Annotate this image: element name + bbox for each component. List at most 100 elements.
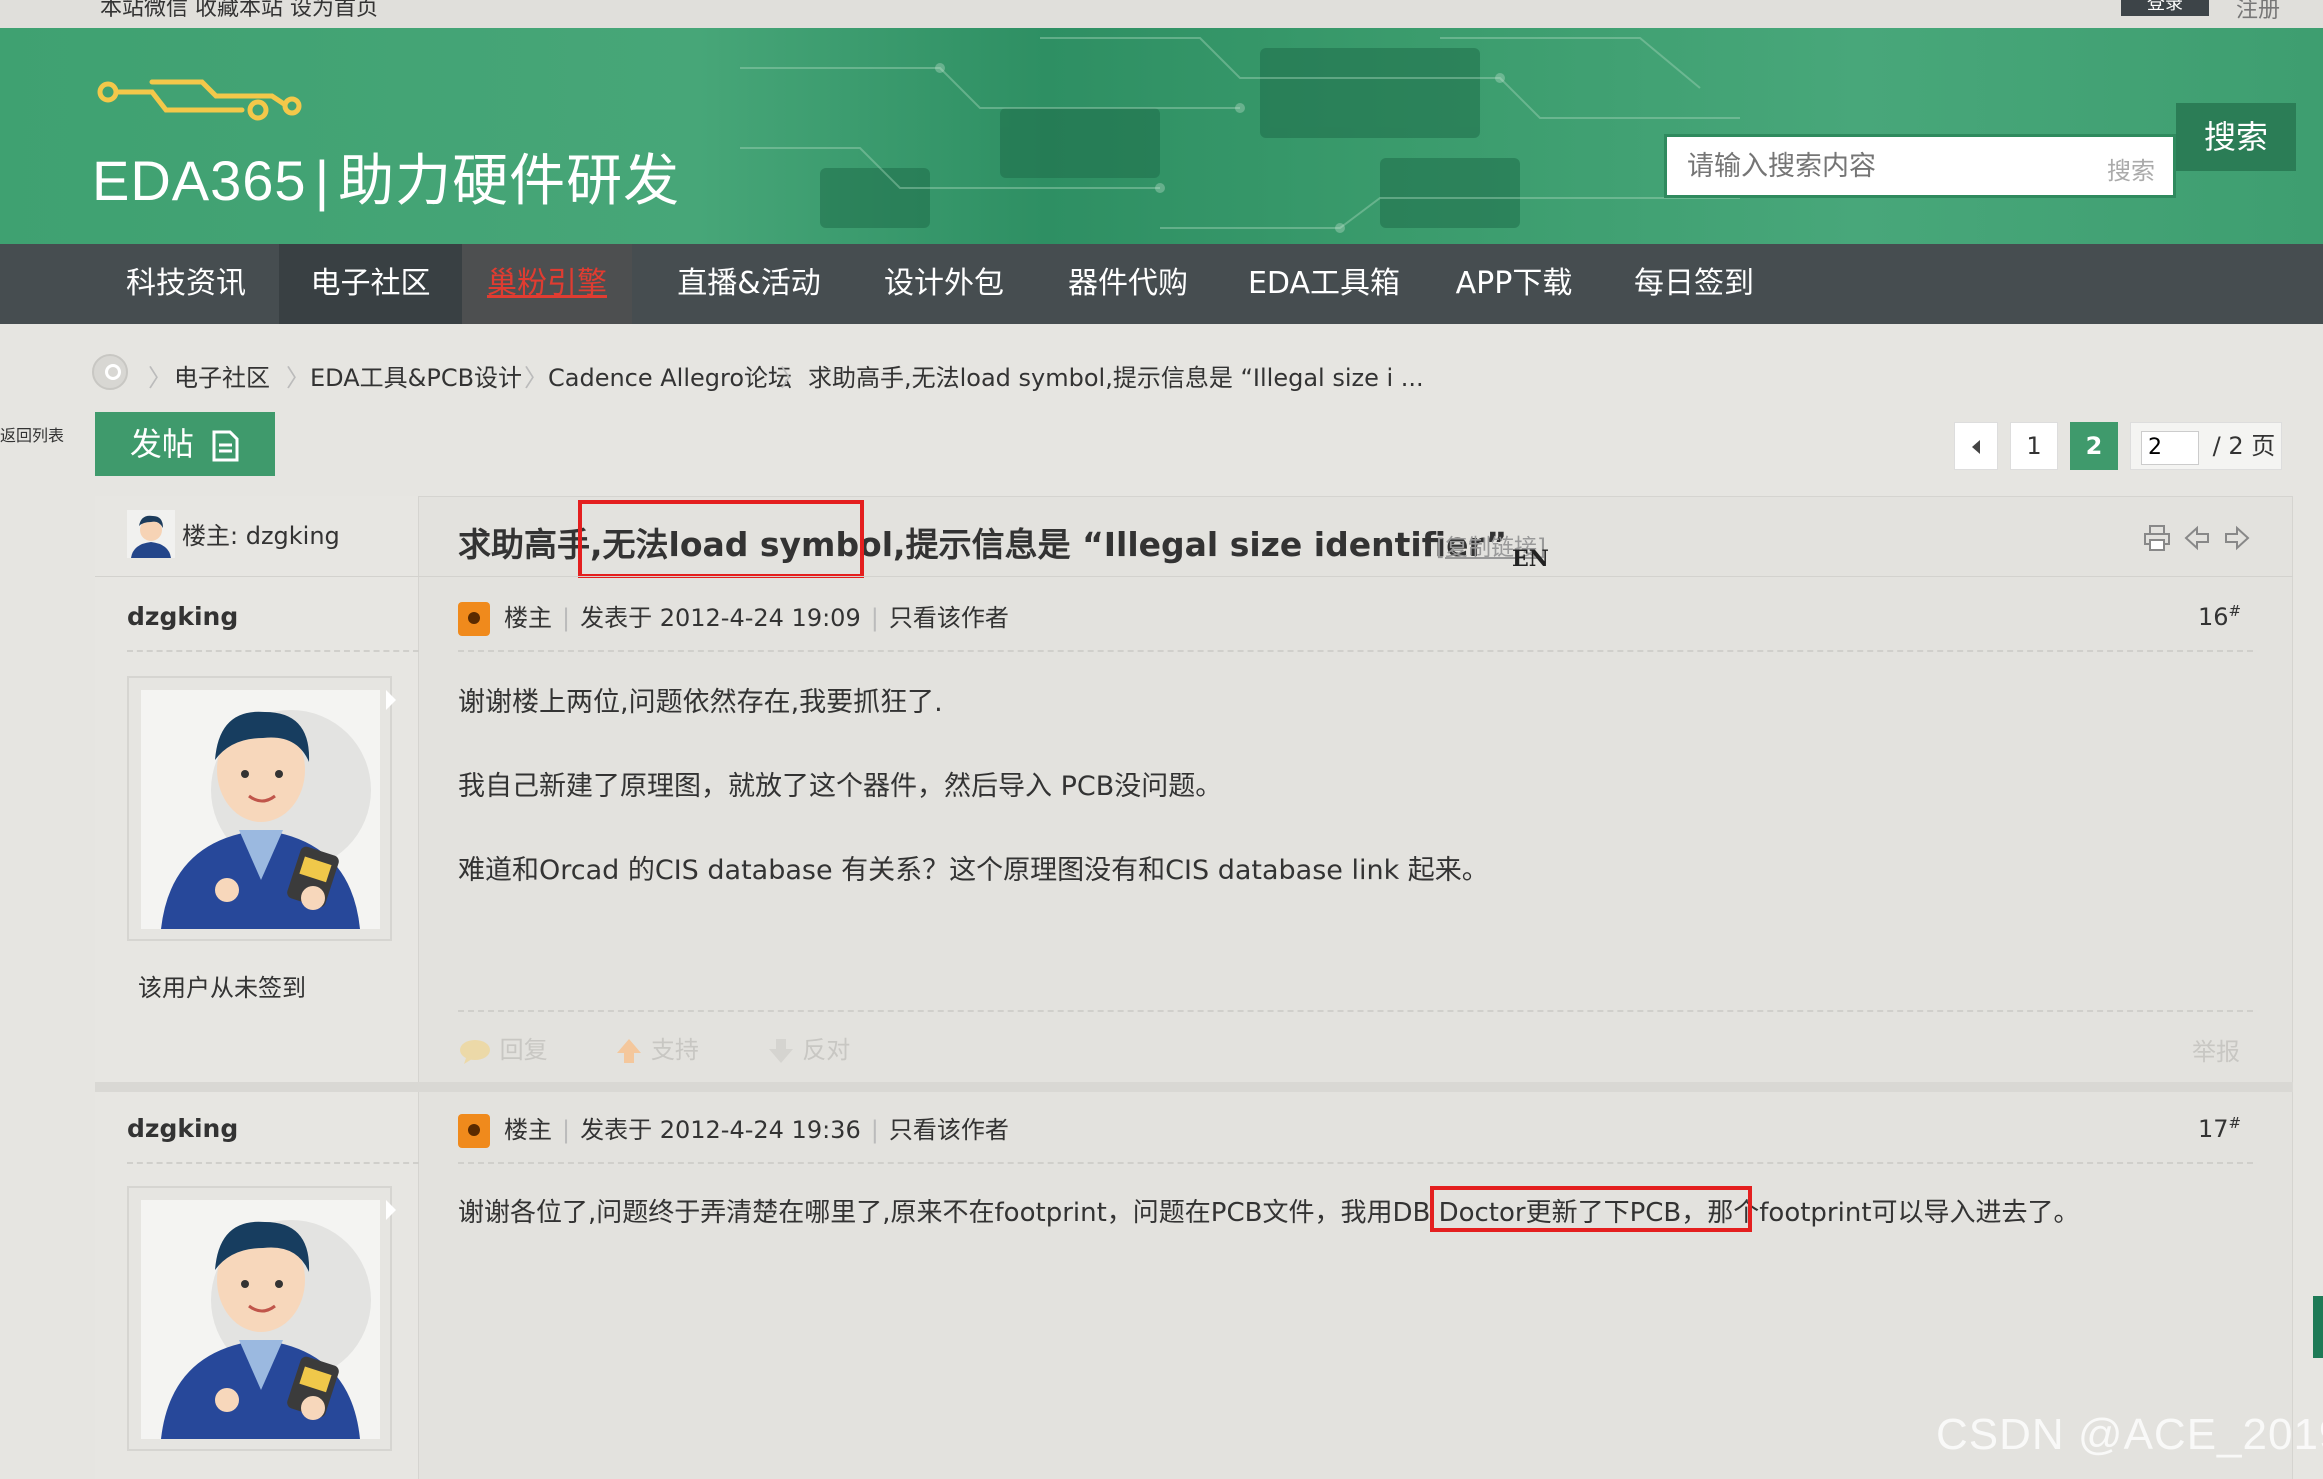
thumbs-up-arrow-icon bbox=[617, 1039, 642, 1063]
post-meta: 楼主 | 发表于 2012-4-24 19:09 | 只看该作者 bbox=[458, 598, 1009, 636]
post-separator bbox=[95, 1082, 2293, 1092]
thread-header-divider bbox=[95, 576, 2293, 577]
post-meta: 楼主 | 发表于 2012-4-24 19:36 | 只看该作者 bbox=[458, 1110, 1009, 1148]
page-jump: / 2 页 bbox=[2130, 422, 2282, 470]
breadcrumb-separator: 〉 bbox=[780, 364, 804, 392]
nav-item-live-events[interactable]: 直播&活动 bbox=[664, 244, 834, 324]
floor-mark: # bbox=[2228, 602, 2242, 620]
breadcrumb-separator: 〉 bbox=[286, 364, 310, 392]
nav-item-engine[interactable]: 巢粉引擎 bbox=[462, 244, 632, 324]
post-body-line: 难道和Orcad 的CIS database 有关系？这个原理图没有和CIS d… bbox=[458, 855, 1489, 886]
breadcrumb-item-allegro-forum[interactable]: Cadence Allegro论坛 bbox=[548, 358, 792, 393]
nav-item-community[interactable]: 电子社区 bbox=[279, 244, 462, 324]
post-time: 发表于 2012-4-24 19:09 bbox=[580, 604, 861, 632]
nav-item-eda-toolbox[interactable]: EDA工具箱 bbox=[1236, 244, 1412, 324]
top-utility-bar: 本站微信 收藏本站 设为首页 登录 注册 bbox=[0, 0, 2323, 28]
highlight-box-title bbox=[578, 500, 864, 578]
reply-button[interactable]: 回复 bbox=[458, 1036, 585, 1064]
post-time: 发表于 2012-4-24 19:36 bbox=[580, 1116, 861, 1144]
post-meta-divider bbox=[458, 650, 2253, 652]
thread-starter-icon bbox=[458, 602, 490, 636]
document-icon bbox=[212, 430, 239, 462]
post-role: 楼主 bbox=[504, 1116, 552, 1144]
post-username[interactable]: dzgking bbox=[127, 602, 238, 631]
sidebar-divider bbox=[127, 1162, 419, 1164]
nav-item-daily-checkin[interactable]: 每日签到 bbox=[1614, 244, 1774, 324]
page-2-current: 2 bbox=[2070, 422, 2118, 470]
report-link[interactable]: 举报 bbox=[2192, 1032, 2240, 1067]
prev-page-button[interactable] bbox=[1954, 422, 1998, 470]
support-button[interactable]: 支持 bbox=[615, 1036, 736, 1064]
floor-value: 17 bbox=[2198, 1115, 2229, 1143]
eda365-logo-icon[interactable] bbox=[92, 78, 312, 138]
login-button[interactable]: 登录 bbox=[2121, 0, 2209, 16]
post-body-line: 我自己新建了原理图，就放了这个器件，然后导入 PCB没问题。 bbox=[458, 771, 1223, 802]
brand-separator: | bbox=[314, 149, 331, 212]
breadcrumb-separator: 〉 bbox=[148, 364, 172, 392]
thumbs-down-arrow-icon bbox=[768, 1039, 793, 1063]
thread-author-avatar[interactable] bbox=[127, 510, 175, 558]
highlight-box-db-doctor bbox=[1430, 1186, 1752, 1232]
post-body-line: 谢谢各位了,问题终于弄清楚在哪里了,原来不在footprint，问题在PCB文件… bbox=[458, 1198, 2080, 1228]
search-button[interactable]: 搜索 bbox=[2176, 103, 2296, 171]
page-1-link[interactable]: 1 bbox=[2010, 422, 2058, 470]
user-avatar[interactable] bbox=[141, 1200, 380, 1439]
post-body-line: 谢谢楼上两位,问题依然存在,我要抓狂了. bbox=[458, 687, 943, 718]
side-feedback-tab[interactable] bbox=[2313, 1296, 2323, 1358]
post-meta-divider bbox=[458, 1162, 2253, 1164]
search-box: 搜索 bbox=[1664, 134, 2176, 198]
thread-starter-icon bbox=[458, 1114, 490, 1148]
location-pin-icon[interactable] bbox=[92, 354, 128, 390]
floor-value: 16 bbox=[2198, 603, 2229, 631]
support-label: 支持 bbox=[650, 1036, 699, 1064]
circuit-board-banner bbox=[740, 37, 1740, 233]
search-input[interactable] bbox=[1667, 137, 2067, 195]
en-translate-badge[interactable]: EN bbox=[1512, 546, 1549, 572]
oppose-label: 反对 bbox=[802, 1036, 851, 1064]
thread-container bbox=[95, 496, 2293, 1479]
nav-item-app-download[interactable]: APP下载 bbox=[1444, 244, 1584, 324]
register-link[interactable]: 注册 bbox=[2236, 0, 2280, 24]
previous-thread-icon[interactable] bbox=[2182, 524, 2212, 554]
user-sign-status: 该用户从未签到 bbox=[138, 974, 306, 1002]
user-avatar-frame bbox=[127, 1186, 396, 1451]
chevron-left-icon bbox=[1972, 440, 1980, 454]
site-logo-text[interactable]: EDA365 | 助力硬件研发 bbox=[92, 136, 680, 217]
site-header: EDA365|助力硬件研发 搜索 bbox=[0, 28, 2323, 244]
reply-icon bbox=[460, 1040, 490, 1064]
new-post-label: 发帖 bbox=[129, 425, 194, 463]
post-role: 楼主 bbox=[504, 604, 552, 632]
page-total-label: / 2 页 bbox=[2212, 432, 2276, 460]
floor-number[interactable]: 17# bbox=[2198, 1114, 2241, 1143]
nav-item-outsourcing[interactable]: 设计外包 bbox=[866, 244, 1022, 324]
breadcrumb-item-community[interactable]: 电子社区 bbox=[174, 358, 270, 393]
user-avatar-frame bbox=[127, 676, 396, 941]
breadcrumb-separator: 〉 bbox=[524, 364, 548, 392]
new-post-button[interactable]: 发帖 bbox=[95, 412, 275, 476]
nav-item-component-purchase[interactable]: 器件代购 bbox=[1050, 244, 1206, 324]
print-icon[interactable] bbox=[2142, 524, 2172, 554]
floor-number[interactable]: 16# bbox=[2198, 602, 2241, 631]
post-actions: 回复 支持 反对 bbox=[458, 1030, 910, 1065]
back-to-list-link[interactable]: 返回列表 bbox=[0, 422, 64, 470]
only-author-link[interactable]: 只看该作者 bbox=[889, 604, 1009, 632]
csdn-watermark: CSDN @ACE_2019 bbox=[1936, 1410, 2323, 1459]
brand-slogan: 助力硬件研发 bbox=[338, 149, 681, 212]
post-username[interactable]: dzgking bbox=[127, 1114, 238, 1143]
brand-name: EDA365 bbox=[92, 149, 307, 212]
top-utility-links[interactable]: 本站微信 收藏本站 设为首页 bbox=[100, 0, 378, 22]
next-thread-icon[interactable] bbox=[2222, 524, 2252, 554]
breadcrumb-item-eda-pcb[interactable]: EDA工具&PCB设计 bbox=[310, 358, 522, 393]
sidebar-divider bbox=[127, 650, 419, 652]
thread-author-label[interactable]: 楼主: dzgking bbox=[182, 516, 340, 551]
only-author-link[interactable]: 只看该作者 bbox=[889, 1116, 1009, 1144]
page-jump-input[interactable] bbox=[2141, 430, 2199, 465]
oppose-button[interactable]: 反对 bbox=[767, 1036, 881, 1064]
breadcrumb-item-current-thread: 求助高手,无法load symbol,提示信息是 “Illegal size i… bbox=[808, 364, 1424, 392]
nav-item-tech-news[interactable]: 科技资讯 bbox=[106, 244, 266, 324]
floor-mark: # bbox=[2228, 1114, 2242, 1132]
search-type-selector[interactable]: 搜索 bbox=[2107, 151, 2155, 186]
post-actions-divider bbox=[458, 1010, 2253, 1012]
user-avatar[interactable] bbox=[141, 690, 380, 929]
main-nav: 科技资讯 电子社区 巢粉引擎 直播&活动 设计外包 器件代购 EDA工具箱 AP… bbox=[0, 244, 2323, 324]
